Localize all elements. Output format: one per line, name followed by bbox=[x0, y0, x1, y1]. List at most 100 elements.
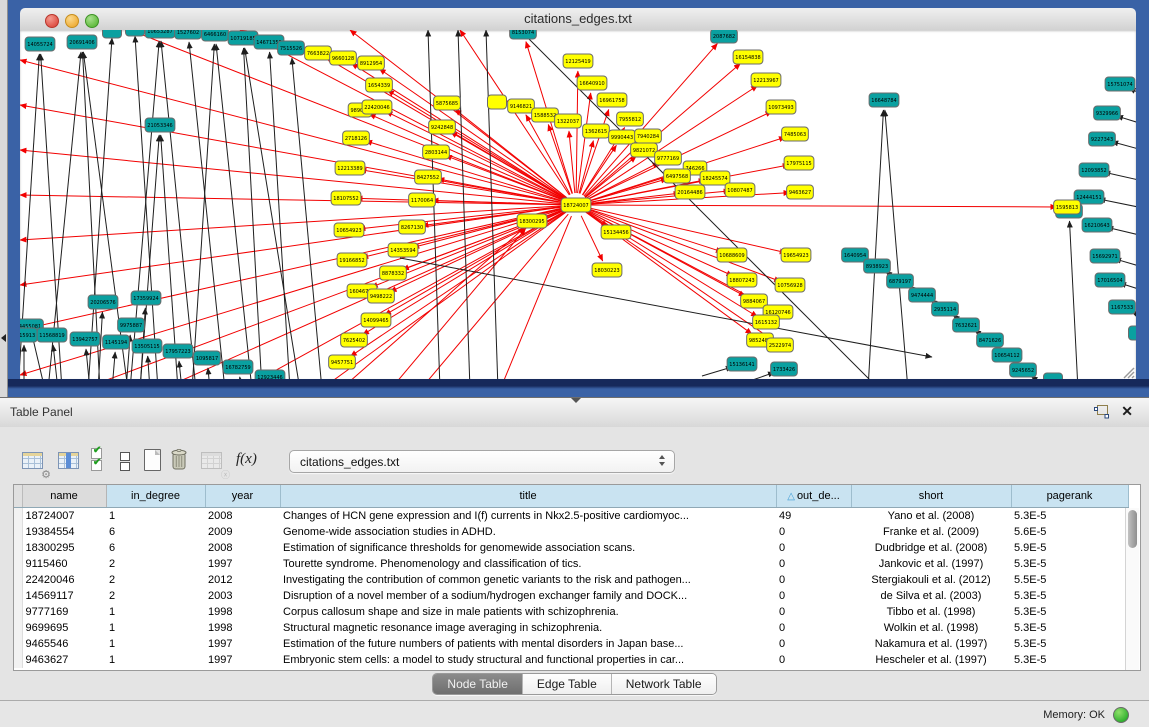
cell-in_degree[interactable]: 1 bbox=[106, 652, 205, 668]
graph-node[interactable]: 18030223 bbox=[592, 263, 622, 277]
cell-in_degree[interactable]: 1 bbox=[106, 508, 205, 525]
show-rows-button[interactable] bbox=[114, 447, 142, 475]
close-panel-icon[interactable]: ✕ bbox=[1121, 403, 1133, 420]
graph-node[interactable]: 9821072 bbox=[631, 143, 658, 157]
graph-node[interactable]: 10719185 bbox=[228, 31, 258, 45]
graph-node[interactable]: 1145194 bbox=[103, 335, 130, 349]
graph-node[interactable]: 9975887 bbox=[118, 318, 145, 332]
graph-node[interactable]: 14353594 bbox=[388, 243, 418, 257]
cell-in_degree[interactable]: 2 bbox=[106, 572, 205, 588]
graph-node[interactable]: 5875685 bbox=[434, 96, 461, 110]
graph-node[interactable]: 15136141 bbox=[727, 357, 757, 371]
graph-node[interactable]: 12213389 bbox=[335, 161, 365, 175]
graph-node[interactable]: 16640910 bbox=[577, 76, 607, 90]
graph-node[interactable]: 9457751 bbox=[329, 355, 356, 369]
cell-name[interactable]: 18724007 bbox=[22, 508, 106, 525]
cell-out_degree[interactable]: 0 bbox=[776, 572, 851, 588]
cell-in_degree[interactable]: 2 bbox=[106, 556, 205, 572]
canvas-resize-grip[interactable] bbox=[1124, 368, 1134, 378]
cell-title[interactable]: Corpus callosum shape and size in male p… bbox=[280, 604, 776, 620]
cell-in_degree[interactable]: 1 bbox=[106, 636, 205, 652]
cell-year[interactable]: 1997 bbox=[205, 556, 280, 572]
graph-node[interactable]: 16782759 bbox=[223, 360, 253, 374]
cell-short[interactable]: Jankovic et al. (1997) bbox=[851, 556, 1011, 572]
graph-node[interactable]: 1615132 bbox=[753, 315, 780, 329]
graph-node[interactable]: 21053346 bbox=[145, 118, 175, 132]
graph-node[interactable]: 18300295 bbox=[517, 214, 547, 228]
graph-node[interactable]: 16961758 bbox=[597, 93, 627, 107]
graph-hub-node[interactable]: 18724007 bbox=[561, 198, 591, 212]
cell-short[interactable]: Tibbo et al. (1998) bbox=[851, 604, 1011, 620]
graph-node[interactable] bbox=[488, 95, 507, 109]
graph-node[interactable]: 20206576 bbox=[88, 295, 118, 309]
cell-name[interactable]: 9463627 bbox=[22, 652, 106, 668]
graph-node[interactable]: 9660128 bbox=[330, 51, 357, 65]
graph-node[interactable]: 9242848 bbox=[429, 120, 456, 134]
graph-node[interactable]: 13942757 bbox=[70, 332, 100, 346]
graph-node[interactable]: 15692971 bbox=[1090, 249, 1120, 263]
graph-node[interactable]: 10653287 bbox=[145, 30, 175, 38]
graph-node[interactable]: 9146821 bbox=[508, 99, 535, 113]
graph-node[interactable]: 10688609 bbox=[717, 248, 747, 262]
cell-out_degree[interactable]: 0 bbox=[776, 588, 851, 604]
graph-node[interactable]: 9777169 bbox=[655, 151, 682, 165]
graph-node[interactable]: 16210643 bbox=[1082, 218, 1112, 232]
column-header-out_degree[interactable]: △out_de... bbox=[776, 485, 851, 508]
cell-in_degree[interactable]: 2 bbox=[106, 588, 205, 604]
graph-node[interactable]: 1322037 bbox=[555, 114, 582, 128]
graph-node[interactable]: 10756928 bbox=[775, 278, 805, 292]
cell-title[interactable]: Tourette syndrome. Phenomenology and cla… bbox=[280, 556, 776, 572]
graph-node[interactable]: 13505115 bbox=[132, 339, 162, 353]
graph-node[interactable]: 8153074 bbox=[510, 30, 537, 39]
cell-name[interactable]: 22420046 bbox=[22, 572, 106, 588]
cell-pagerank[interactable]: 5.5E-5 bbox=[1011, 572, 1128, 588]
graph-node[interactable]: 16648784 bbox=[869, 93, 899, 107]
cell-short[interactable]: Dudbridge et al. (2008) bbox=[851, 540, 1011, 556]
cell-pagerank[interactable]: 5.3E-5 bbox=[1011, 588, 1128, 604]
graph-node[interactable]: 7940284 bbox=[635, 129, 662, 143]
graph-node[interactable]: 6879197 bbox=[887, 274, 914, 288]
column-header-title[interactable]: title bbox=[280, 485, 776, 508]
cell-pagerank[interactable]: 5.3E-5 bbox=[1011, 556, 1128, 572]
float-panel-icon[interactable] bbox=[1094, 405, 1109, 419]
table-row[interactable]: 946362711997Embryonic stem cells: a mode… bbox=[14, 652, 1128, 668]
delete-button[interactable] bbox=[169, 447, 197, 475]
graph-node[interactable]: 1170064 bbox=[409, 193, 436, 207]
cell-short[interactable]: Wolkin et al. (1998) bbox=[851, 620, 1011, 636]
graph-node[interactable]: 7663822 bbox=[305, 46, 332, 60]
cell-pagerank[interactable]: 5.9E-5 bbox=[1011, 540, 1128, 556]
graph-node[interactable]: 2087682 bbox=[711, 30, 738, 43]
cell-short[interactable]: Stergiakouli et al. (2012) bbox=[851, 572, 1011, 588]
cell-pagerank[interactable]: 5.3E-5 bbox=[1011, 508, 1128, 525]
graph-node[interactable]: 22420046 bbox=[362, 100, 392, 114]
cell-out_degree[interactable]: 0 bbox=[776, 636, 851, 652]
cell-title[interactable]: Changes of HCN gene expression and I(f) … bbox=[280, 508, 776, 525]
cell-name[interactable]: 9699695 bbox=[22, 620, 106, 636]
table-row[interactable]: 1938455462009Genome-wide association stu… bbox=[14, 524, 1128, 540]
graph-node[interactable]: 9474444 bbox=[909, 288, 936, 302]
graph-node[interactable]: 20164486 bbox=[675, 185, 705, 199]
graph-node[interactable]: 14099465 bbox=[361, 313, 391, 327]
graph-node[interactable]: 7955812 bbox=[617, 112, 644, 126]
graph-node[interactable]: 17975115 bbox=[784, 156, 814, 170]
graph-node[interactable]: 7625402 bbox=[341, 333, 368, 347]
graph-node[interactable]: 10807487 bbox=[725, 183, 755, 197]
graph-node[interactable]: 10973493 bbox=[766, 100, 796, 114]
cell-name[interactable]: 19384554 bbox=[22, 524, 106, 540]
cell-title[interactable]: Genome-wide association studies in ADHD. bbox=[280, 524, 776, 540]
cell-in_degree[interactable]: 1 bbox=[106, 604, 205, 620]
graph-node[interactable]: 1733426 bbox=[771, 362, 798, 376]
graph-node[interactable]: 8878332 bbox=[380, 266, 407, 280]
cell-short[interactable]: Yano et al. (2008) bbox=[851, 508, 1011, 525]
graph-node[interactable]: 7632621 bbox=[953, 318, 980, 332]
cell-name[interactable]: 9465546 bbox=[22, 636, 106, 652]
cell-title[interactable]: Investigating the contribution of common… bbox=[280, 572, 776, 588]
graph-node[interactable]: 9329966 bbox=[1094, 106, 1121, 120]
cell-title[interactable]: Disruption of a novel member of a sodium… bbox=[280, 588, 776, 604]
scrollbar-thumb[interactable] bbox=[1128, 510, 1137, 548]
table-selector-dropdown[interactable]: citations_edges.txt bbox=[289, 450, 675, 473]
graph-node[interactable]: 17359924 bbox=[131, 291, 161, 305]
graph-node[interactable]: 18807243 bbox=[727, 273, 757, 287]
cell-name[interactable]: 9777169 bbox=[22, 604, 106, 620]
graph-node[interactable]: 15134456 bbox=[601, 225, 631, 239]
